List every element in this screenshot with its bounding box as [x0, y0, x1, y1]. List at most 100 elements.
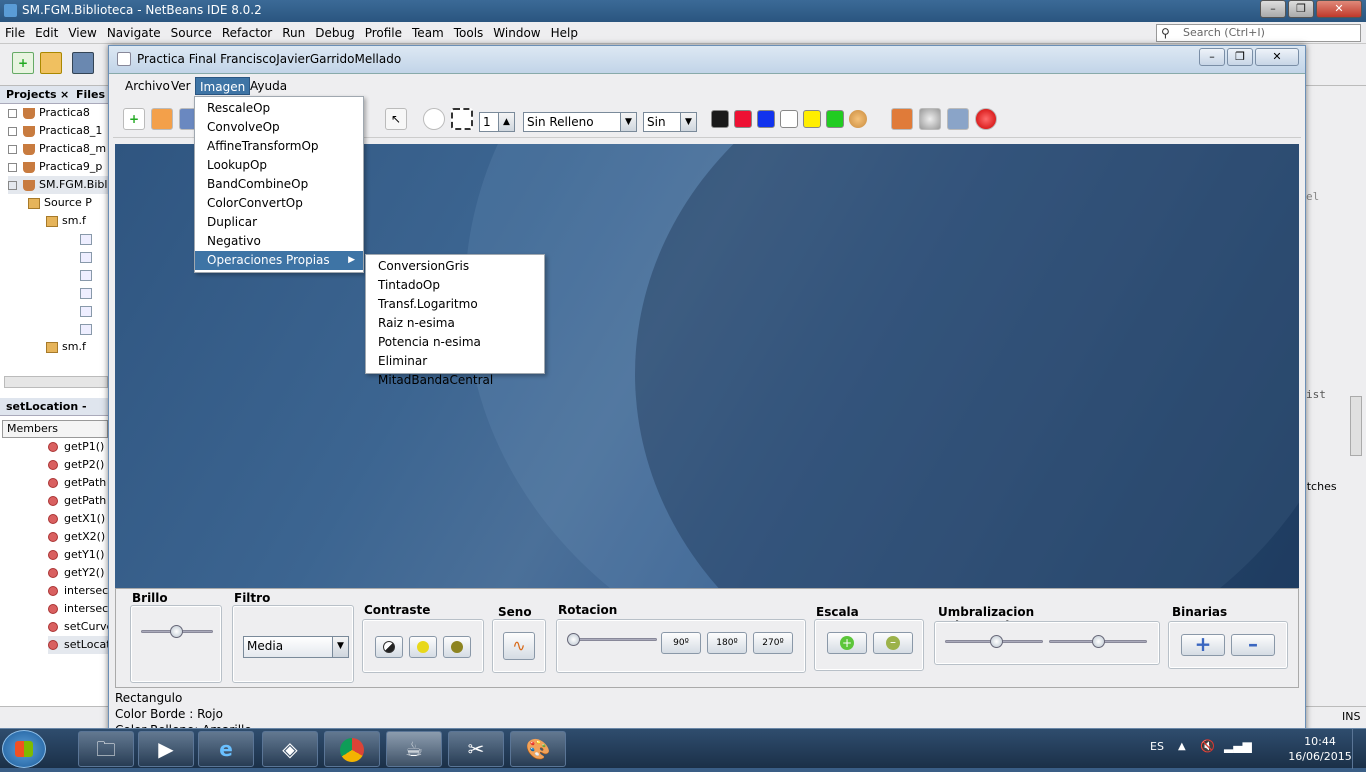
ide-menu-source[interactable]: Source — [166, 22, 217, 44]
menu-item-bandcombineop[interactable]: BandCombineOp — [195, 175, 363, 194]
new-image-icon[interactable]: + — [123, 108, 145, 130]
ide-maximize-button[interactable]: ❐ — [1288, 0, 1314, 18]
class-file-row[interactable] — [8, 320, 109, 338]
zoom-in-button[interactable]: + — [827, 632, 867, 654]
zoom-out-button[interactable]: – — [873, 632, 913, 654]
rotacion-slider-knob[interactable] — [567, 633, 580, 646]
new-file-icon[interactable]: + — [12, 52, 34, 74]
ide-menu-help[interactable]: Help — [546, 22, 583, 44]
class-file-row[interactable] — [8, 302, 109, 320]
ide-search-input[interactable]: ⚲ Search (Ctrl+I) — [1156, 24, 1361, 42]
volume-muted-icon[interactable]: 🔇 — [1200, 739, 1215, 753]
member-row[interactable]: getX2() — [48, 528, 110, 546]
class-file-row[interactable] — [8, 266, 109, 284]
app-minimize-button[interactable]: – — [1199, 48, 1225, 66]
tree-row-package[interactable]: sm.f — [8, 338, 109, 356]
menu-item-convolveop[interactable]: ConvolveOp — [195, 118, 363, 137]
ide-minimize-button[interactable]: – — [1260, 0, 1286, 18]
media-player-icon[interactable] — [891, 108, 913, 130]
fill-combo[interactable]: Sin Relleno ▼ — [523, 112, 637, 132]
umbral-color-slider-knob[interactable] — [990, 635, 1003, 648]
color-green-swatch[interactable] — [826, 110, 844, 128]
contrast-light-button[interactable] — [409, 636, 437, 658]
app-close-button[interactable]: ✕ — [1255, 48, 1299, 66]
menu-item-rescaleop[interactable]: RescaleOp — [195, 99, 363, 118]
menu-ayuda[interactable]: Ayuda — [246, 77, 291, 95]
class-file-row[interactable] — [8, 284, 109, 302]
rotate-180-button[interactable]: 180º — [707, 632, 747, 654]
select-arrow-icon[interactable]: ↖ — [385, 108, 407, 130]
filtro-combo[interactable]: Media ▼ — [243, 636, 349, 658]
binary-add-button[interactable]: + — [1181, 634, 1225, 656]
color-black-swatch[interactable] — [711, 110, 729, 128]
class-file-row[interactable] — [8, 248, 109, 266]
rotate-270-button[interactable]: 270º — [753, 632, 793, 654]
taskbar-chrome[interactable] — [324, 731, 380, 767]
editor-scrollbar[interactable] — [1350, 396, 1362, 456]
expand-icon[interactable] — [8, 108, 17, 118]
project-row[interactable]: Practica8_m — [8, 140, 109, 158]
taskbar-media-player[interactable]: ▶ — [138, 731, 194, 767]
webcam-icon[interactable] — [919, 108, 941, 130]
member-row[interactable]: setLocat — [48, 636, 110, 654]
member-row[interactable]: getY1() — [48, 546, 110, 564]
member-row[interactable]: getP2() — [48, 456, 110, 474]
member-row[interactable]: getPath — [48, 474, 110, 492]
expand-icon[interactable] — [8, 144, 17, 154]
new-project-icon[interactable] — [40, 52, 62, 74]
member-row[interactable]: intersec — [48, 582, 110, 600]
tab-projects[interactable]: Projects — [6, 88, 57, 101]
menu-item-operaciones-propias[interactable]: Operaciones Propias ▶ — [195, 251, 363, 270]
brillo-slider-knob[interactable] — [170, 625, 183, 638]
tab-files[interactable]: Files — [76, 86, 105, 104]
ide-menu-run[interactable]: Run — [277, 22, 310, 44]
expand-icon[interactable] — [8, 162, 17, 172]
ide-menu-debug[interactable]: Debug — [310, 22, 359, 44]
start-button[interactable] — [2, 730, 46, 768]
transparency-combo[interactable]: Sin ▼ — [643, 112, 697, 132]
record-icon[interactable] — [975, 108, 997, 130]
ide-menu-refactor[interactable]: Refactor — [217, 22, 277, 44]
open-file-icon[interactable] — [151, 108, 173, 130]
member-row[interactable]: getP1() — [48, 438, 110, 456]
member-row[interactable]: setCurve — [48, 618, 110, 636]
project-row[interactable]: Practica8 — [8, 104, 109, 122]
project-row[interactable]: Practica8_1 — [8, 122, 109, 140]
color-white-swatch[interactable] — [780, 110, 798, 128]
contrast-normal-button[interactable] — [375, 636, 403, 658]
ide-menu-file[interactable]: File — [0, 22, 30, 44]
ide-menu-navigate[interactable]: Navigate — [102, 22, 166, 44]
ide-menu-view[interactable]: View — [63, 22, 101, 44]
tray-arrow-icon[interactable]: ▲ — [1178, 741, 1186, 752]
member-row[interactable]: getY2() — [48, 564, 110, 582]
ide-menu-tools[interactable]: Tools — [449, 22, 489, 44]
collapse-icon[interactable] — [8, 180, 17, 190]
palette-icon[interactable] — [849, 110, 867, 128]
member-row[interactable]: intersec — [48, 600, 110, 618]
seno-button[interactable]: ∿ — [503, 632, 535, 660]
taskbar-explorer[interactable]: 🗀 — [78, 731, 134, 767]
member-row[interactable]: getX1() — [48, 510, 110, 528]
submenu-item-raiz[interactable]: Raiz n-esima — [366, 314, 544, 333]
close-icon[interactable]: × — [60, 86, 69, 104]
tree-row-package[interactable]: sm.f — [8, 212, 109, 230]
menu-ver[interactable]: Ver — [167, 77, 195, 95]
tree-row-source[interactable]: Source P — [8, 194, 109, 212]
taskbar-snipping[interactable]: ✂ — [448, 731, 504, 767]
tray-clock[interactable]: 10:44 16/06/2015 — [1280, 734, 1360, 764]
menu-item-lookupop[interactable]: LookupOp — [195, 156, 363, 175]
rotacion-slider-track[interactable] — [571, 638, 657, 641]
taskbar-paint[interactable]: 🎨 — [510, 731, 566, 767]
app-maximize-button[interactable]: ❐ — [1227, 48, 1253, 66]
menu-item-negativo[interactable]: Negativo — [195, 232, 363, 251]
ide-close-button[interactable]: ✕ — [1316, 0, 1362, 18]
ide-menu-profile[interactable]: Profile — [360, 22, 407, 44]
color-red-swatch[interactable] — [734, 110, 752, 128]
project-row[interactable]: SM.FGM.Bibli — [8, 176, 109, 194]
menu-item-duplicar[interactable]: Duplicar — [195, 213, 363, 232]
class-file-row[interactable] — [8, 230, 109, 248]
spinner-arrows-icon[interactable]: ▲ — [498, 113, 514, 131]
stroke-width-spinner[interactable]: 1 ▲ — [479, 112, 515, 132]
ellipse-tool-icon[interactable] — [423, 108, 445, 130]
submenu-item-tintadoop[interactable]: TintadoOp — [366, 276, 544, 295]
